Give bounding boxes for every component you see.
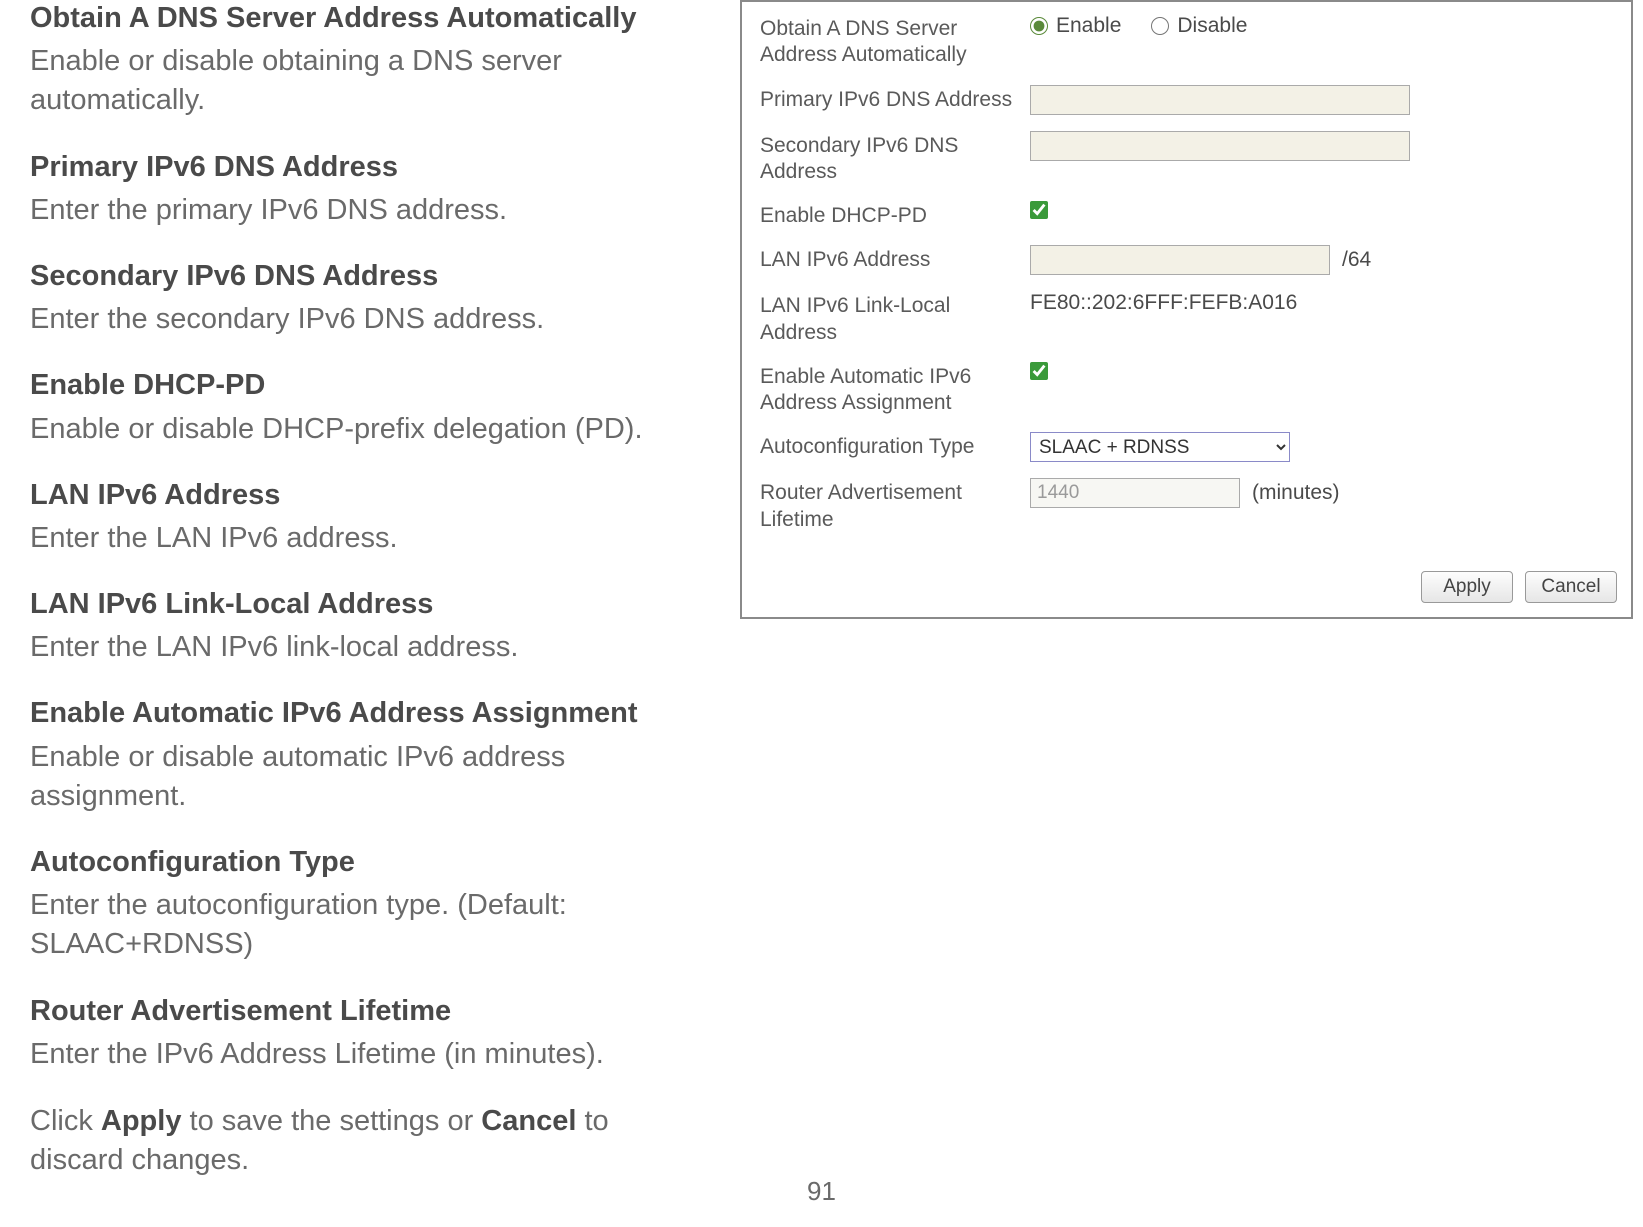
doc-section-desc: Enter the autoconfiguration type. (Defau… bbox=[30, 886, 710, 964]
input-secondary-dns[interactable] bbox=[1030, 131, 1410, 161]
row-dns-auto: Obtain A DNS Server Address Automaticall… bbox=[760, 14, 1613, 69]
doc-section: Obtain A DNS Server Address Automaticall… bbox=[30, 0, 710, 121]
checkbox-dhcp-pd[interactable] bbox=[1030, 201, 1048, 219]
row-primary-dns: Primary IPv6 DNS Address bbox=[760, 85, 1613, 115]
input-ra-lifetime[interactable] bbox=[1030, 478, 1240, 508]
doc-final-note: Click Apply to save the settings or Canc… bbox=[30, 1102, 710, 1180]
row-autoconf-type: Autoconfiguration Type SLAAC + RDNSS bbox=[760, 432, 1613, 462]
doc-section-title: Obtain A DNS Server Address Automaticall… bbox=[30, 0, 710, 36]
label-primary-dns: Primary IPv6 DNS Address bbox=[760, 85, 1030, 113]
config-panel: Obtain A DNS Server Address Automaticall… bbox=[740, 0, 1633, 619]
checkbox-auto-assign[interactable] bbox=[1030, 362, 1048, 380]
doc-section-desc: Enter the primary IPv6 DNS address. bbox=[30, 191, 710, 230]
radio-enable-label: Enable bbox=[1056, 14, 1121, 38]
doc-section-title: Enable Automatic IPv6 Address Assignment bbox=[30, 695, 710, 731]
doc-section-desc: Enable or disable DHCP-prefix delegation… bbox=[30, 410, 710, 449]
doc-section-title: Enable DHCP-PD bbox=[30, 367, 710, 403]
doc-section-title: LAN IPv6 Link-Local Address bbox=[30, 586, 710, 622]
final-mid: to save the settings or bbox=[181, 1105, 481, 1137]
doc-section-desc: Enter the IPv6 Address Lifetime (in minu… bbox=[30, 1035, 710, 1074]
doc-section-title: Router Advertisement Lifetime bbox=[30, 993, 710, 1029]
row-ra-lifetime: Router Advertisement Lifetime (minutes) bbox=[760, 478, 1613, 533]
doc-section: Enable DHCP-PD Enable or disable DHCP-pr… bbox=[30, 367, 710, 448]
row-auto-assign: Enable Automatic IPv6 Address Assignment bbox=[760, 362, 1613, 417]
doc-section: Secondary IPv6 DNS Address Enter the sec… bbox=[30, 258, 710, 339]
final-cancel-word: Cancel bbox=[481, 1105, 576, 1137]
doc-section-title: Autoconfiguration Type bbox=[30, 844, 710, 880]
doc-section-desc: Enable or disable obtaining a DNS server… bbox=[30, 42, 710, 120]
doc-section: Autoconfiguration Type Enter the autocon… bbox=[30, 844, 710, 965]
label-ra-lifetime: Router Advertisement Lifetime bbox=[760, 478, 1030, 533]
final-apply-word: Apply bbox=[101, 1105, 182, 1137]
input-lan-ipv6[interactable] bbox=[1030, 245, 1330, 275]
cancel-button[interactable]: Cancel bbox=[1525, 571, 1617, 603]
label-auto-assign: Enable Automatic IPv6 Address Assignment bbox=[760, 362, 1030, 417]
doc-section-title: LAN IPv6 Address bbox=[30, 477, 710, 513]
doc-section-title: Secondary IPv6 DNS Address bbox=[30, 258, 710, 294]
doc-section-desc: Enable or disable automatic IPv6 address… bbox=[30, 738, 710, 816]
input-primary-dns[interactable] bbox=[1030, 85, 1410, 115]
label-link-local: LAN IPv6 Link-Local Address bbox=[760, 291, 1030, 346]
ra-lifetime-unit: (minutes) bbox=[1252, 481, 1340, 505]
doc-section: LAN IPv6 Address Enter the LAN IPv6 addr… bbox=[30, 477, 710, 558]
row-secondary-dns: Secondary IPv6 DNS Address bbox=[760, 131, 1613, 186]
final-prefix: Click bbox=[30, 1105, 101, 1137]
doc-section-desc: Enter the LAN IPv6 address. bbox=[30, 519, 710, 558]
label-secondary-dns: Secondary IPv6 DNS Address bbox=[760, 131, 1030, 186]
doc-section: LAN IPv6 Link-Local Address Enter the LA… bbox=[30, 586, 710, 667]
doc-section-title: Primary IPv6 DNS Address bbox=[30, 149, 710, 185]
row-link-local: LAN IPv6 Link-Local Address FE80::202:6F… bbox=[760, 291, 1613, 346]
radio-disable-label: Disable bbox=[1177, 14, 1247, 38]
radio-enable[interactable] bbox=[1030, 17, 1048, 35]
lan-ipv6-suffix: /64 bbox=[1342, 248, 1371, 272]
select-autoconf-type[interactable]: SLAAC + RDNSS bbox=[1030, 432, 1290, 462]
label-dns-auto: Obtain A DNS Server Address Automaticall… bbox=[760, 14, 1030, 69]
documentation-column: Obtain A DNS Server Address Automaticall… bbox=[0, 0, 730, 1180]
label-lan-ipv6: LAN IPv6 Address bbox=[760, 245, 1030, 273]
apply-button[interactable]: Apply bbox=[1421, 571, 1513, 603]
label-autoconf-type: Autoconfiguration Type bbox=[760, 432, 1030, 460]
doc-section-desc: Enter the secondary IPv6 DNS address. bbox=[30, 300, 710, 339]
doc-section-desc: Enter the LAN IPv6 link-local address. bbox=[30, 628, 710, 667]
row-lan-ipv6: LAN IPv6 Address /64 bbox=[760, 245, 1613, 275]
radio-disable[interactable] bbox=[1151, 17, 1169, 35]
doc-section: Enable Automatic IPv6 Address Assignment… bbox=[30, 695, 710, 816]
value-link-local: FE80::202:6FFF:FEFB:A016 bbox=[1030, 291, 1297, 315]
button-bar: Apply Cancel bbox=[742, 561, 1631, 617]
doc-section: Primary IPv6 DNS Address Enter the prima… bbox=[30, 149, 710, 230]
page-number: 91 bbox=[807, 1176, 836, 1207]
row-dhcp-pd: Enable DHCP-PD bbox=[760, 201, 1613, 229]
label-dhcp-pd: Enable DHCP-PD bbox=[760, 201, 1030, 229]
doc-section: Router Advertisement Lifetime Enter the … bbox=[30, 993, 710, 1074]
